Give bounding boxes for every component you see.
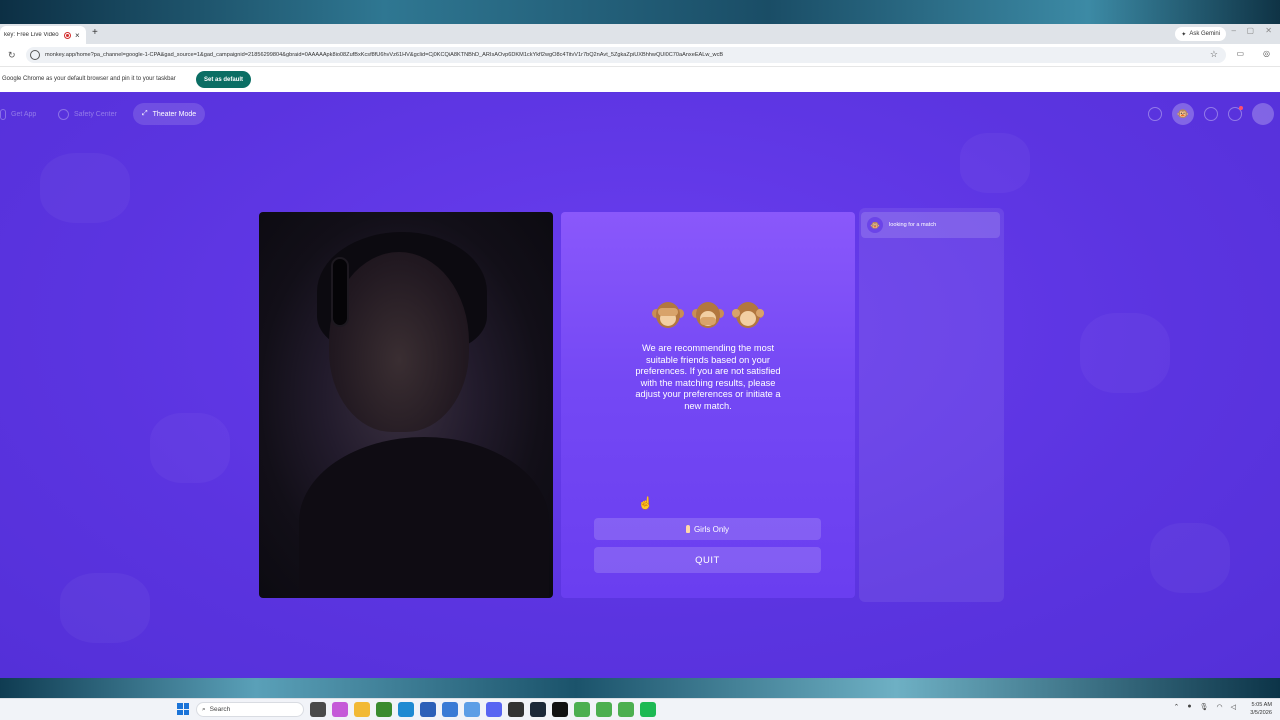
- ask-gemini-button[interactable]: ✦ Ask Gemini: [1175, 27, 1226, 41]
- maximize-icon[interactable]: ▢: [1246, 26, 1254, 35]
- mouse-cursor-icon: ☝: [638, 496, 653, 510]
- top-navigation: Get App Safety Center ⤢ Theater Mode 🐵: [0, 103, 1280, 125]
- reload-icon[interactable]: ↻: [8, 50, 16, 61]
- address-bar[interactable]: monkey.app/home?pa_channel=google-1-CPA&…: [26, 47, 1226, 63]
- bg-decoration: [60, 573, 150, 643]
- matching-panel: We are recommending the most suitable fr…: [561, 212, 855, 598]
- system-clock[interactable]: 5:05 AM 3/5/2026: [1250, 701, 1272, 717]
- quit-button[interactable]: QUIT: [594, 547, 821, 573]
- system-tray: ⌃ ● 🎙 ◠ ◁: [1174, 703, 1237, 711]
- theater-mode-label: Theater Mode: [152, 110, 197, 118]
- monkey-status-icon: 🐵: [867, 217, 883, 233]
- tab-strip: key: Free Live Video Ch × + ✦ Ask Gemini…: [0, 24, 1280, 44]
- monkey-emoji-row: [561, 300, 855, 330]
- file-explorer-icon[interactable]: [354, 702, 370, 717]
- default-browser-infobar: Google Chrome as your default browser an…: [0, 66, 1280, 92]
- toolbar: ↻ monkey.app/home?pa_channel=google-1-CP…: [0, 44, 1280, 66]
- nav-safety-center[interactable]: Safety Center: [58, 103, 117, 125]
- app-icon[interactable]: [552, 702, 568, 717]
- store-icon[interactable]: [420, 702, 436, 717]
- phone-icon: [0, 108, 6, 120]
- chevron-up-icon[interactable]: ⌃: [1174, 703, 1180, 711]
- chat-panel: 🐵 looking for a match: [859, 208, 1004, 602]
- app-icon[interactable]: [464, 702, 480, 717]
- desktop-wallpaper-top: [0, 0, 1280, 24]
- gemini-icon: ✦: [1181, 31, 1187, 38]
- windows-start-icon[interactable]: [177, 703, 189, 715]
- microphone-icon[interactable]: 🎙: [1200, 703, 1209, 711]
- girls-only-label: Girls Only: [693, 524, 730, 534]
- clock-time: 5:05 AM: [1251, 702, 1272, 708]
- chrome-window: key: Free Live Video Ch × + ✦ Ask Gemini…: [0, 24, 1280, 678]
- desktop-wallpaper-bottom: [0, 678, 1280, 698]
- chrome-icon[interactable]: [574, 702, 590, 717]
- search-icon: ⌕: [202, 705, 206, 713]
- taskbar-apps: [310, 702, 656, 717]
- nav-get-app-label: Get App: [11, 110, 37, 118]
- tab-title: key: Free Live Video Ch: [4, 32, 60, 38]
- nav-safety-center-label: Safety Center: [74, 110, 117, 118]
- chrome-icon[interactable]: [596, 702, 612, 717]
- tab-close-icon[interactable]: ×: [75, 31, 80, 40]
- history-icon[interactable]: [1204, 107, 1218, 121]
- taskbar-search-label: Search: [209, 706, 231, 713]
- girls-only-button[interactable]: Girls Only: [594, 518, 821, 540]
- ask-gemini-label: Ask Gemini: [1189, 31, 1220, 37]
- theater-mode-button[interactable]: ⤢ Theater Mode: [133, 103, 206, 125]
- site-info-icon[interactable]: [30, 50, 40, 60]
- volume-icon[interactable]: ◁: [1231, 703, 1236, 711]
- bg-decoration: [960, 133, 1030, 193]
- new-tab-icon[interactable]: +: [92, 27, 98, 38]
- bg-decoration: [1150, 523, 1230, 593]
- set-as-default-button[interactable]: Set as default: [196, 71, 252, 88]
- app-icon[interactable]: [442, 702, 458, 717]
- match-status-text: looking for a match: [889, 222, 937, 228]
- minimize-icon[interactable]: –: [1232, 26, 1236, 35]
- bg-decoration: [1080, 313, 1170, 393]
- nav-get-app[interactable]: Get App: [0, 103, 36, 125]
- user-avatar[interactable]: [1252, 103, 1274, 125]
- bookmark-star-icon[interactable]: ☆: [1210, 49, 1218, 60]
- nvidia-icon[interactable]: [376, 702, 392, 717]
- speak-no-evil-monkey-icon: [692, 300, 724, 330]
- shield-icon: [58, 108, 69, 120]
- see-no-evil-monkey-icon: [652, 300, 684, 330]
- search-icon[interactable]: [1148, 107, 1162, 121]
- windows-taskbar: ⌕ Search ⌃ ● 🎙 ◠ ◁ 5:05 AM 3/5/2026: [0, 698, 1280, 720]
- close-window-icon[interactable]: ✕: [1265, 26, 1272, 35]
- bg-decoration: [150, 413, 230, 483]
- discord-icon[interactable]: [486, 702, 502, 717]
- bg-decoration: [40, 153, 130, 223]
- monkey-avatar-icon[interactable]: 🐵: [1172, 103, 1194, 125]
- messages-icon[interactable]: [1228, 106, 1243, 121]
- edge-icon[interactable]: [398, 702, 414, 717]
- profile-icon[interactable]: ◎: [1263, 49, 1270, 58]
- header-actions: 🐵: [1148, 103, 1274, 125]
- app-icon[interactable]: [640, 702, 656, 717]
- headphones-shape: [331, 257, 349, 327]
- clock-date: 3/5/2026: [1250, 710, 1272, 716]
- copilot-icon[interactable]: [332, 702, 348, 717]
- girl-icon: [685, 525, 690, 533]
- video-person-body: [299, 437, 549, 598]
- expand-icon: ⤢: [142, 110, 148, 117]
- url-text[interactable]: monkey.app/home?pa_channel=google-1-CPA&…: [45, 52, 1195, 58]
- local-camera-video: [259, 212, 553, 598]
- infobar-message: Google Chrome as your default browser an…: [2, 76, 176, 82]
- extensions-icon[interactable]: ▭: [1236, 49, 1244, 58]
- steam-icon[interactable]: [530, 702, 546, 717]
- video-person-face: [329, 252, 469, 432]
- hear-no-evil-monkey-icon: [732, 300, 764, 330]
- recording-icon: [64, 31, 71, 39]
- app-icon[interactable]: [508, 702, 524, 717]
- chrome-icon[interactable]: [618, 702, 634, 717]
- taskbar-search[interactable]: ⌕ Search: [196, 702, 304, 717]
- browser-tab[interactable]: key: Free Live Video Ch ×: [0, 26, 86, 44]
- tray-app-icon[interactable]: ●: [1187, 703, 1191, 711]
- task-view-icon[interactable]: [310, 702, 326, 717]
- monkey-app-page: Get App Safety Center ⤢ Theater Mode 🐵 W…: [0, 93, 1280, 678]
- recommendation-message: We are recommending the most suitable fr…: [635, 343, 781, 411]
- match-status-row: 🐵 looking for a match: [861, 212, 1000, 238]
- wifi-icon[interactable]: ◠: [1217, 703, 1223, 711]
